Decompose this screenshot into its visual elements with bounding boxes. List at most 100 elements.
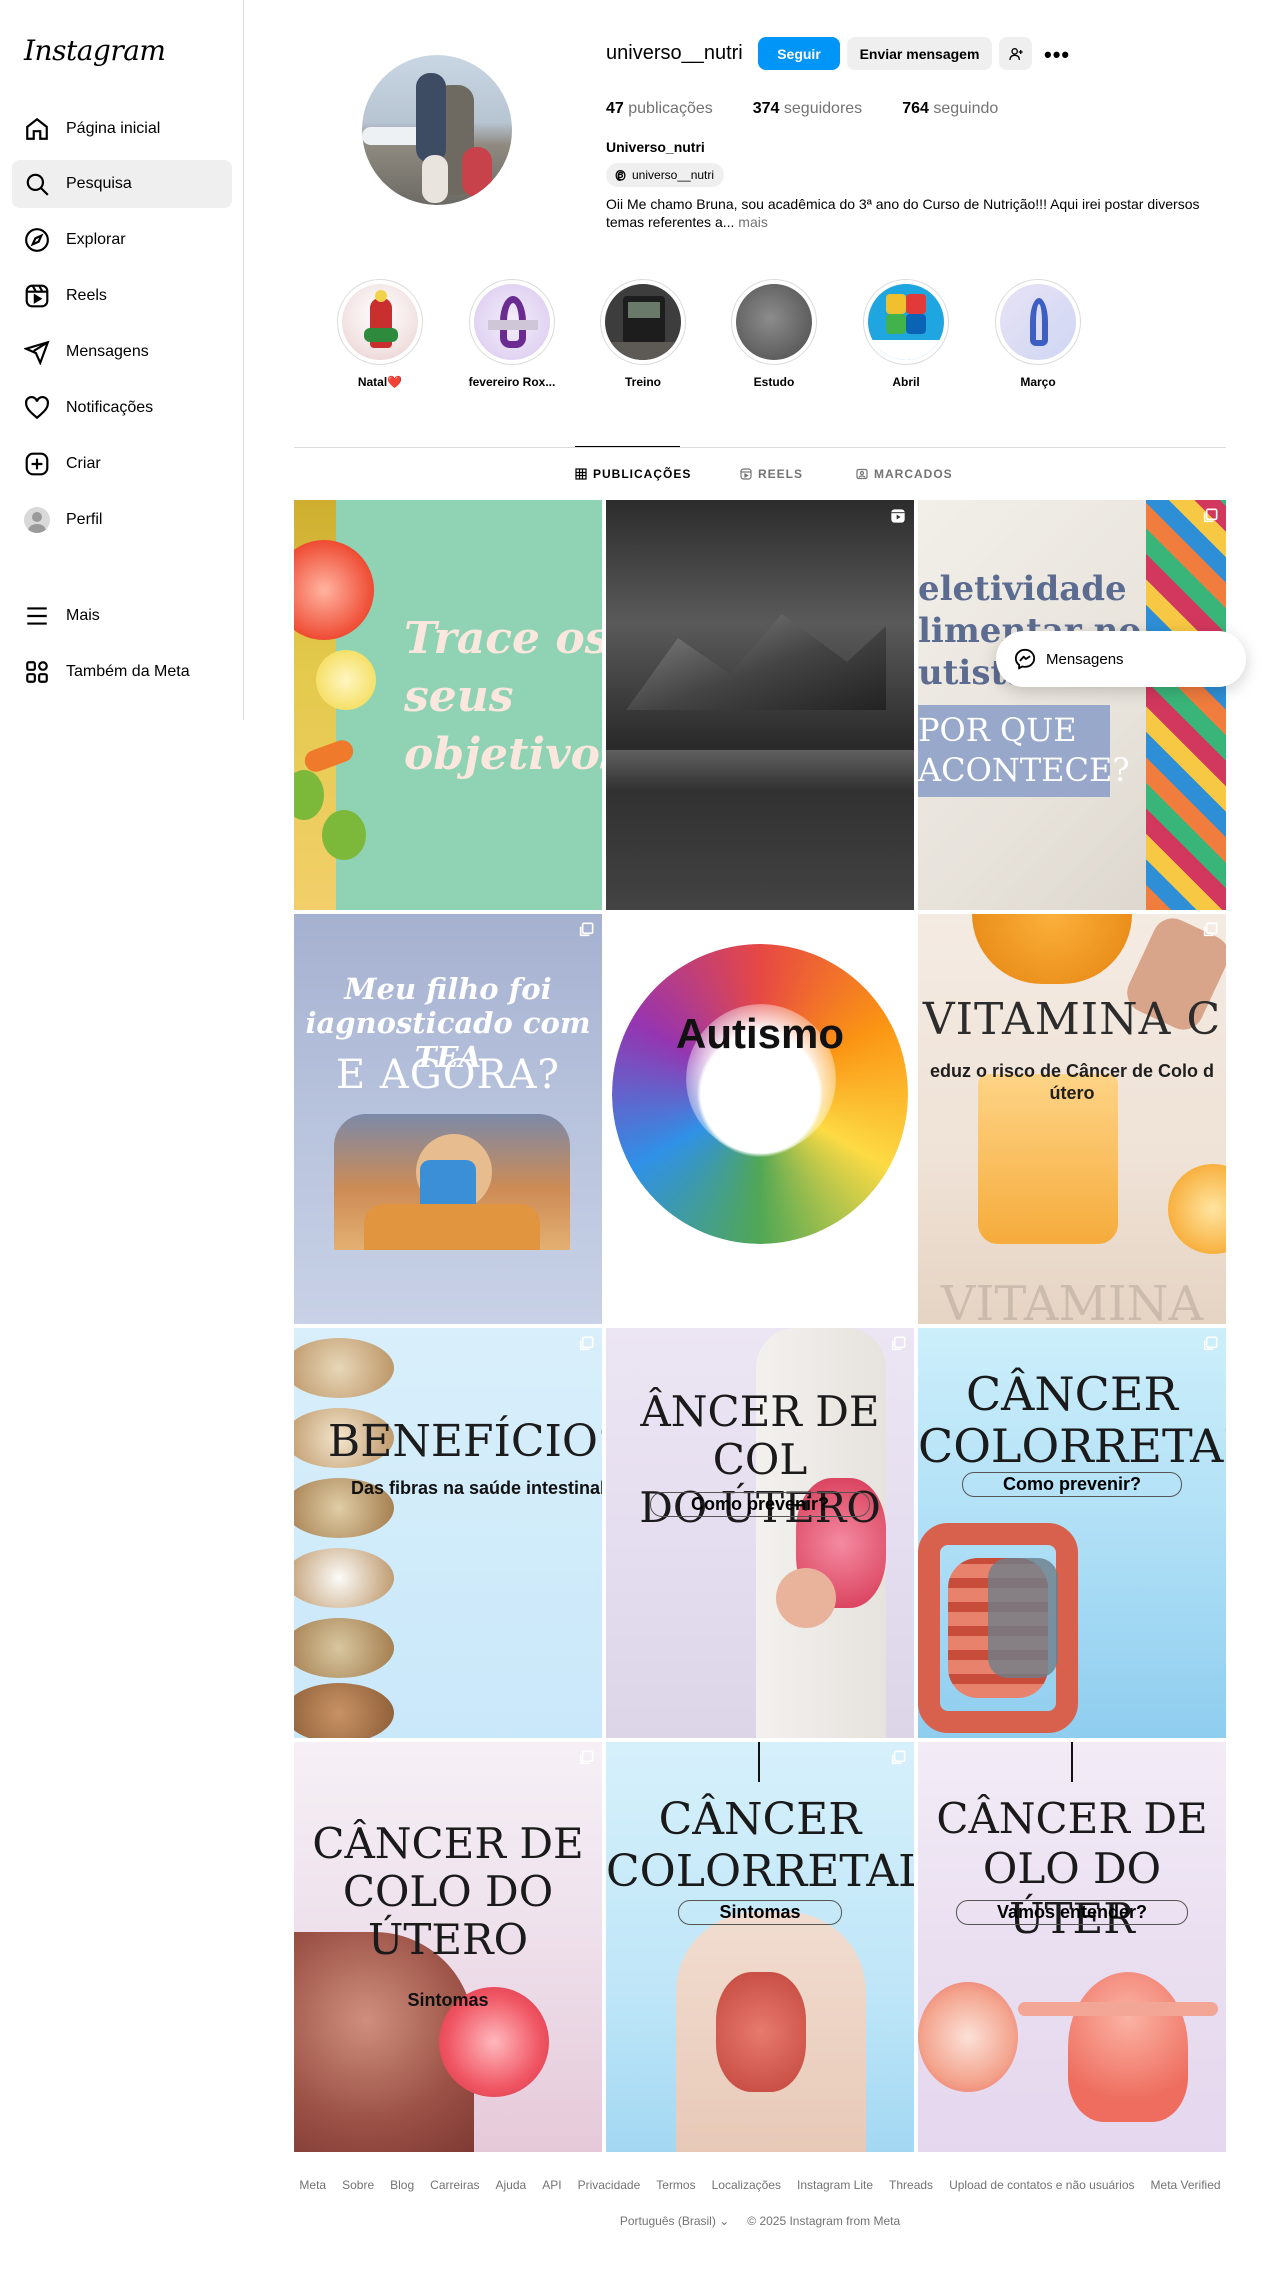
carousel-icon (1203, 508, 1218, 523)
instagram-logo[interactable]: Instagram (24, 34, 166, 67)
reel-icon (891, 509, 905, 523)
followers-stat[interactable]: 374 seguidores (753, 100, 862, 118)
post-tile[interactable]: CÂNCER COLORRETAL Sintomas (606, 1742, 914, 2152)
posts-count-stat: 47 publicações (606, 100, 713, 117)
carousel-icon (579, 1336, 594, 1351)
footer-link[interactable]: API (542, 2178, 561, 2192)
post-tile[interactable]: BENEFÍCIOS Das fibras na saúde intestina… (294, 1328, 602, 1738)
carousel-icon (891, 1750, 906, 1765)
language-selector[interactable]: Português (Brasil) ⌄ (620, 2214, 729, 2228)
footer-links: Meta Sobre Blog Carreiras Ajuda API Priv… (294, 2178, 1226, 2192)
highlight-treino[interactable]: Treino (593, 279, 693, 389)
footer-link[interactable]: Threads (889, 2178, 933, 2192)
footer-link[interactable]: Localizações (712, 2178, 781, 2192)
follow-button[interactable]: Seguir (758, 37, 840, 70)
post-caption-line: E AGORA? (336, 1052, 560, 1098)
profile-username: universo__nutri (606, 42, 743, 64)
highlight-estudo[interactable]: Estudo (724, 279, 824, 389)
suggest-people-button[interactable] (999, 37, 1032, 70)
post-tile[interactable]: Meu filho foi iagnosticado com TEA E AGO… (294, 914, 602, 1324)
menu-icon (27, 607, 47, 625)
nav-label: Reels (66, 287, 107, 304)
floating-messages-button[interactable]: Mensagens (996, 631, 1246, 687)
highlight-abril[interactable]: Abril (856, 279, 956, 389)
post-tile[interactable]: CÂNCER DE COLO DO ÚTERO Sintomas (294, 1742, 602, 2152)
reels-icon (740, 468, 752, 480)
post-caption-sub: Das fibras na saúde intestinal (350, 1478, 602, 1498)
nav-create[interactable]: Criar (12, 440, 232, 488)
nav-label: Mensagens (66, 343, 149, 360)
footer: Meta Sobre Blog Carreiras Ajuda API Priv… (294, 2178, 1226, 2228)
post-caption-text: Trace os seus objetivos (404, 613, 602, 780)
highlight-label: fevereiro Rox... (468, 375, 556, 389)
carousel-icon (1203, 922, 1218, 937)
highlight-label: Estudo (753, 375, 795, 389)
post-tile[interactable]: VITAMINA C eduz o risco de Câncer de Col… (918, 914, 1226, 1324)
post-tile[interactable]: CÂNCER DE OLO DO ÚTER Vamos entender? (918, 1742, 1226, 2152)
highlight-label: Natal❤️ (357, 375, 403, 389)
post-caption-line: POR QUE (918, 711, 1077, 749)
post-tile[interactable]: eletividade limentar no utista POR QUE A… (918, 500, 1226, 910)
nav-reels[interactable]: Reels (12, 272, 232, 320)
nav-also-from-meta[interactable]: Também da Meta (12, 648, 232, 696)
tab-reels[interactable]: REELS (740, 467, 803, 481)
post-tile[interactable] (606, 500, 914, 910)
highlight-natal[interactable]: Natal❤️ (330, 279, 430, 389)
post-caption-line: CÂNCER DE (312, 1819, 584, 1868)
nav-label: Criar (66, 455, 101, 472)
post-caption-line: CÂNCER (658, 1794, 862, 1845)
footer-link[interactable]: Carreiras (430, 2178, 479, 2192)
post-caption-line: ÂNCER DE COL (640, 1387, 880, 1484)
carousel-icon (1203, 1336, 1218, 1351)
post-caption-title: VITAMINA C (922, 994, 1222, 1045)
nav-messages[interactable]: Mensagens (12, 328, 232, 376)
nav-label: Página inicial (66, 120, 161, 137)
nav-more[interactable]: Mais (12, 592, 232, 640)
nav-home[interactable]: Página inicial (12, 105, 232, 153)
carousel-icon (579, 1750, 594, 1765)
grid-icon (575, 468, 587, 480)
messenger-icon (1014, 648, 1036, 670)
footer-link[interactable]: Upload de contatos e não usuários (949, 2178, 1134, 2192)
highlight-fevereiro[interactable]: fevereiro Rox... (462, 279, 562, 389)
nav-notifications[interactable]: Notificações (12, 384, 232, 432)
profile-full-name: Universo_nutri (606, 139, 705, 155)
tab-posts[interactable]: PUBLICAÇÕES (575, 467, 691, 481)
footer-link[interactable]: Meta Verified (1151, 2178, 1221, 2192)
send-message-button[interactable]: Enviar mensagem (847, 37, 992, 70)
post-caption-pill: Como prevenir? (649, 1492, 871, 1517)
carousel-icon (891, 1336, 906, 1351)
bio-more-link[interactable]: mais (734, 214, 768, 230)
post-caption-line: CÂNCER DE (936, 1794, 1208, 1843)
threads-badge[interactable]: universo__nutri (606, 163, 725, 187)
post-tile[interactable]: CÂNCER COLORRETAL Como prevenir? (918, 1328, 1226, 1738)
footer-link[interactable]: Privacidade (578, 2178, 641, 2192)
tab-tagged[interactable]: MARCADOS (856, 467, 953, 481)
footer-link[interactable]: Termos (656, 2178, 695, 2192)
profile-avatar[interactable] (362, 55, 512, 205)
post-caption-line: eletividade (918, 569, 1127, 609)
nav-search[interactable]: Pesquisa (12, 160, 232, 208)
search-icon (26, 173, 49, 196)
highlight-label: Abril (892, 375, 920, 389)
nav-profile[interactable]: Perfil (12, 496, 232, 544)
post-caption-sub: eduz o risco de Câncer de Colo d útero (929, 1061, 1215, 1103)
floating-messages-label: Mensagens (1046, 650, 1124, 668)
footer-link[interactable]: Sobre (342, 2178, 374, 2192)
highlight-marco[interactable]: Março (988, 279, 1088, 389)
footer-link[interactable]: Blog (390, 2178, 414, 2192)
threads-icon (615, 169, 626, 181)
nav-label: Explorar (66, 231, 126, 248)
post-tile[interactable]: Autismo (606, 914, 914, 1324)
nav-label: Notificações (66, 399, 154, 416)
post-tile[interactable]: ÂNCER DE COL DO ÚTERO Como prevenir? (606, 1328, 914, 1738)
footer-link[interactable]: Instagram Lite (797, 2178, 873, 2192)
post-watermark: VITAMINA (940, 1276, 1204, 1324)
footer-link[interactable]: Meta (299, 2178, 326, 2192)
footer-link[interactable]: Ajuda (496, 2178, 527, 2192)
following-stat[interactable]: 764 seguindo (902, 100, 998, 118)
post-tile[interactable]: Trace os seus objetivos (294, 500, 602, 910)
more-options-icon[interactable]: ••• (1044, 42, 1070, 68)
avatar (24, 507, 50, 533)
nav-explore[interactable]: Explorar (12, 216, 232, 264)
